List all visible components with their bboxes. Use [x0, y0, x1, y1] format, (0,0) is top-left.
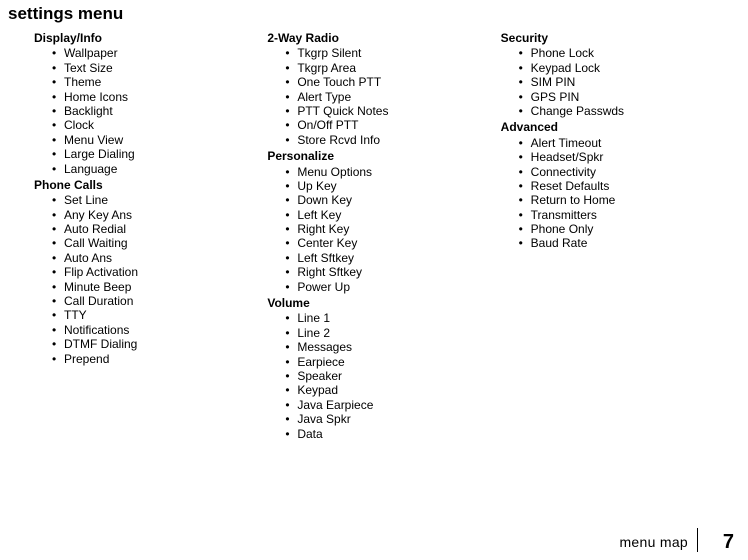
list-item: Language	[34, 162, 267, 176]
list-item: Return to Home	[501, 193, 734, 207]
footer-divider	[697, 528, 698, 552]
list-item: Center Key	[267, 236, 500, 250]
list-item: DTMF Dialing	[34, 337, 267, 351]
list-item: Messages	[267, 340, 500, 354]
list-item: TTY	[34, 308, 267, 322]
list-item: Right Sftkey	[267, 265, 500, 279]
list-item: On/Off PTT	[267, 118, 500, 132]
group-title: Advanced	[501, 120, 734, 134]
list-item: One Touch PTT	[267, 75, 500, 89]
list-item: Line 1	[267, 311, 500, 325]
settings-columns: Display/InfoWallpaperText SizeThemeHome …	[34, 30, 734, 443]
group-title: Phone Calls	[34, 178, 267, 192]
list-item: Baud Rate	[501, 236, 734, 250]
list-item: Connectivity	[501, 165, 734, 179]
group-title: Personalize	[267, 149, 500, 163]
group-list: WallpaperText SizeThemeHome IconsBacklig…	[34, 46, 267, 176]
list-item: Store Rcvd Info	[267, 133, 500, 147]
list-item: Set Line	[34, 193, 267, 207]
list-item: Call Duration	[34, 294, 267, 308]
group-title: Display/Info	[34, 31, 267, 45]
list-item: Any Key Ans	[34, 208, 267, 222]
list-item: Right Key	[267, 222, 500, 236]
list-item: PTT Quick Notes	[267, 104, 500, 118]
list-item: Wallpaper	[34, 46, 267, 60]
column-1: 2-Way RadioTkgrp SilentTkgrp AreaOne Tou…	[267, 30, 500, 443]
list-item: Line 2	[267, 326, 500, 340]
list-item: Keypad Lock	[501, 61, 734, 75]
list-item: Menu View	[34, 133, 267, 147]
list-item: Menu Options	[267, 165, 500, 179]
group-title: Security	[501, 31, 734, 45]
list-item: Left Sftkey	[267, 251, 500, 265]
group-list: Line 1Line 2MessagesEarpieceSpeakerKeypa…	[267, 311, 500, 441]
list-item: Speaker	[267, 369, 500, 383]
group-title: 2-Way Radio	[267, 31, 500, 45]
list-item: Call Waiting	[34, 236, 267, 250]
list-item: Notifications	[34, 323, 267, 337]
list-item: Flip Activation	[34, 265, 267, 279]
column-0: Display/InfoWallpaperText SizeThemeHome …	[34, 30, 267, 443]
footer-section-label: menu map	[619, 534, 688, 550]
group-list: Phone LockKeypad LockSIM PINGPS PINChang…	[501, 46, 734, 118]
list-item: Earpiece	[267, 355, 500, 369]
footer-page-number: 7	[723, 531, 734, 554]
list-item: Prepend	[34, 352, 267, 366]
list-item: Alert Type	[267, 90, 500, 104]
list-item: Keypad	[267, 383, 500, 397]
group-list: Menu OptionsUp KeyDown KeyLeft KeyRight …	[267, 165, 500, 295]
list-item: GPS PIN	[501, 90, 734, 104]
list-item: Headset/Spkr	[501, 150, 734, 164]
group-list: Set LineAny Key AnsAuto RedialCall Waiti…	[34, 193, 267, 366]
list-item: Alert Timeout	[501, 136, 734, 150]
list-item: Down Key	[267, 193, 500, 207]
list-item: Up Key	[267, 179, 500, 193]
column-2: SecurityPhone LockKeypad LockSIM PINGPS …	[501, 30, 734, 443]
list-item: Home Icons	[34, 90, 267, 104]
group-list: Alert TimeoutHeadset/SpkrConnectivityRes…	[501, 136, 734, 251]
page-title: settings menu	[8, 4, 123, 24]
list-item: Transmitters	[501, 208, 734, 222]
list-item: Minute Beep	[34, 280, 267, 294]
list-item: Large Dialing	[34, 147, 267, 161]
list-item: Tkgrp Area	[267, 61, 500, 75]
list-item: Theme	[34, 75, 267, 89]
list-item: Data	[267, 427, 500, 441]
group-list: Tkgrp SilentTkgrp AreaOne Touch PTTAlert…	[267, 46, 500, 147]
list-item: Auto Redial	[34, 222, 267, 236]
list-item: SIM PIN	[501, 75, 734, 89]
list-item: Text Size	[34, 61, 267, 75]
list-item: Phone Lock	[501, 46, 734, 60]
list-item: Clock	[34, 118, 267, 132]
list-item: Reset Defaults	[501, 179, 734, 193]
list-item: Phone Only	[501, 222, 734, 236]
group-title: Volume	[267, 296, 500, 310]
list-item: Power Up	[267, 280, 500, 294]
list-item: Change Passwds	[501, 104, 734, 118]
list-item: Java Earpiece	[267, 398, 500, 412]
list-item: Tkgrp Silent	[267, 46, 500, 60]
list-item: Java Spkr	[267, 412, 500, 426]
list-item: Left Key	[267, 208, 500, 222]
list-item: Backlight	[34, 104, 267, 118]
list-item: Auto Ans	[34, 251, 267, 265]
